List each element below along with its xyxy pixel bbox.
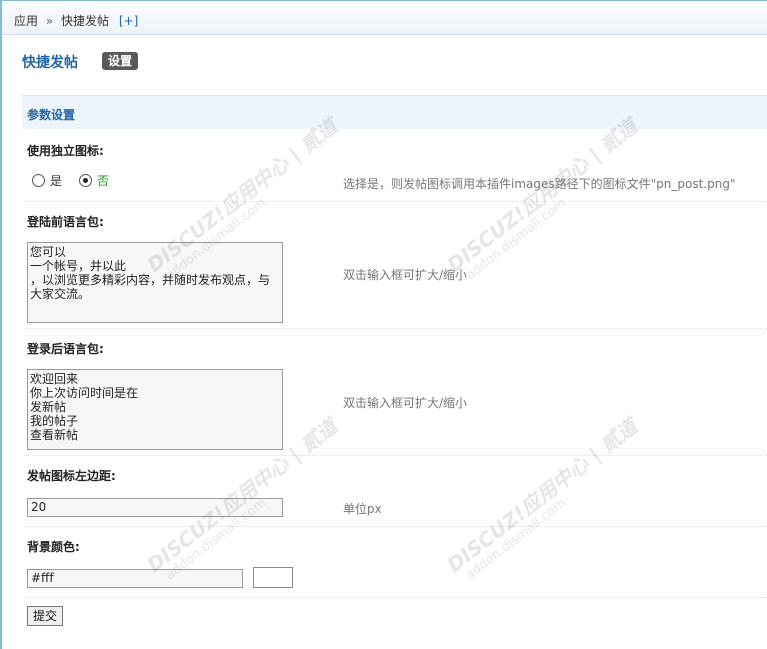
- radio-no-label: 否: [97, 174, 110, 188]
- standalone-icon-hint: 选择是，则发帖图标调用本插件images路径下的图标文件"pn_post.png…: [343, 177, 736, 191]
- bg-color-swatch[interactable]: [253, 567, 293, 588]
- standalone-icon-label: 使用独立图标:: [27, 144, 104, 158]
- row-divider: [22, 526, 767, 527]
- watermark: DISCUZ!应用中心 | 贰道 addon.dismall.com: [440, 411, 650, 588]
- before-login-lang-textarea[interactable]: 您可以 一个帐号，并以此 ，以浏览更多精彩内容，并随时发布观点，与 大家交流。: [27, 242, 283, 323]
- icon-left-margin-input[interactable]: 20: [27, 498, 283, 517]
- submit-button[interactable]: 提交: [27, 606, 64, 626]
- radio-yes-label: 是: [50, 174, 63, 188]
- icon-left-margin-hint: 单位px: [343, 502, 382, 516]
- top-bar: 应用 » 快捷发帖 [+]: [2, 0, 767, 35]
- watermark-line1: DISCUZ!应用中心 | 贰道: [442, 413, 642, 578]
- breadcrumb-root[interactable]: 应用: [14, 14, 38, 28]
- add-shortcut-link[interactable]: [+]: [119, 14, 138, 28]
- page-title: 快捷发帖: [22, 55, 78, 71]
- bg-color-input[interactable]: #fff: [27, 569, 243, 588]
- before-login-lang-label: 登陆前语言包:: [27, 215, 104, 229]
- radio-yes-circle[interactable]: [32, 174, 45, 187]
- after-login-lang-textarea[interactable]: 欢迎回来 你上次访问时间是在 发新帖 我的帖子 查看新帖: [27, 369, 283, 450]
- radio-yes[interactable]: 是: [32, 172, 62, 189]
- breadcrumb-separator: »: [45, 14, 54, 28]
- bg-color-label: 背景颜色:: [27, 540, 80, 554]
- left-border: [0, 0, 2, 649]
- row-divider: [22, 201, 767, 202]
- radio-no[interactable]: 否: [79, 172, 109, 189]
- watermark-line2: addon.dismall.com: [462, 195, 570, 284]
- breadcrumb: 应用 » 快捷发帖 [+]: [14, 12, 138, 29]
- radio-no-circle[interactable]: [79, 174, 92, 187]
- before-login-lang-hint: 双击输入框可扩大/缩小: [343, 268, 468, 282]
- section-header: 参数设置: [22, 95, 767, 129]
- after-login-lang-label: 登录后语言包:: [27, 342, 104, 356]
- tab-settings[interactable]: 设置: [102, 52, 139, 70]
- row-divider: [22, 455, 767, 456]
- breadcrumb-current: 快捷发帖: [61, 14, 110, 28]
- icon-left-margin-label: 发帖图标左边距:: [27, 469, 116, 483]
- row-divider: [22, 597, 767, 598]
- watermark-line1: DISCUZ!应用中心 | 贰道: [442, 113, 642, 278]
- section-title: 参数设置: [27, 108, 76, 122]
- row-divider: [22, 328, 767, 329]
- after-login-lang-hint: 双击输入框可扩大/缩小: [343, 396, 468, 410]
- watermark: DISCUZ!应用中心 | 贰道 addon.dismall.com: [440, 111, 650, 288]
